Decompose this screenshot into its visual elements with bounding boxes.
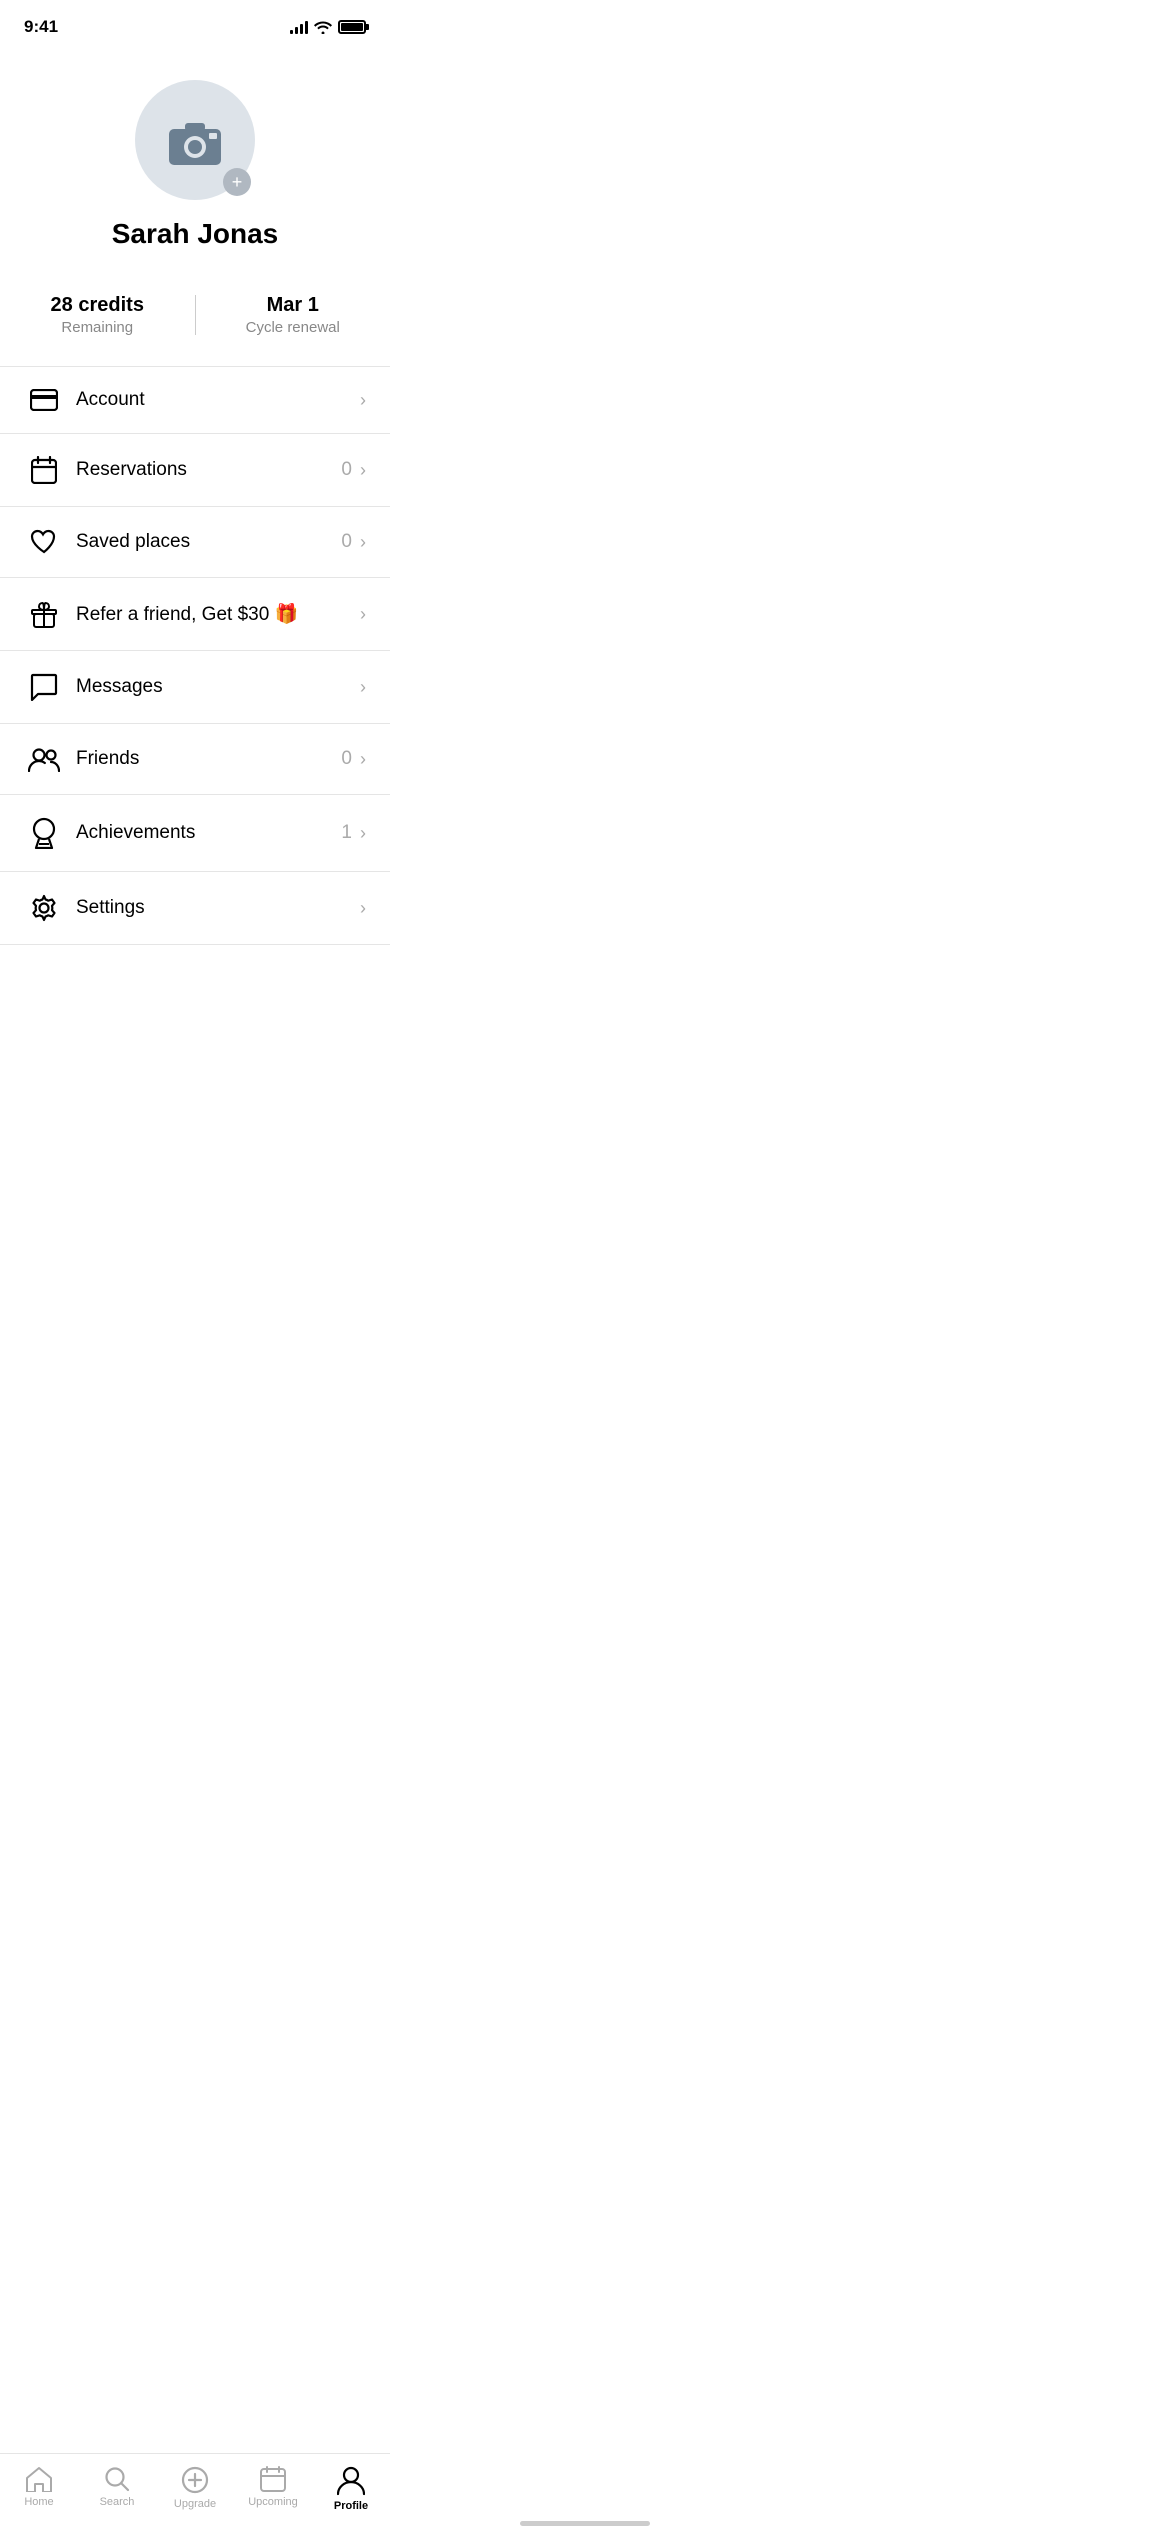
achievements-badge: 1 [341, 822, 352, 844]
battery-icon [338, 20, 366, 34]
menu-item-messages[interactable]: Messages › [0, 651, 390, 724]
saved-places-chevron: › [360, 532, 366, 553]
menu-item-account[interactable]: Account › [0, 367, 390, 434]
upcoming-tab-icon [260, 2466, 286, 2492]
account-label: Account [76, 389, 360, 411]
status-time: 9:41 [24, 17, 58, 37]
messages-label: Messages [76, 676, 360, 698]
refer-chevron: › [360, 604, 366, 625]
home-tab-icon [25, 2466, 53, 2492]
tab-profile[interactable]: Profile [321, 2466, 381, 2512]
avatar-container[interactable]: + [135, 80, 255, 200]
upgrade-tab-label: Upgrade [174, 2498, 216, 2510]
tab-home[interactable]: Home [9, 2466, 69, 2508]
menu-item-reservations[interactable]: Reservations 0 › [0, 434, 390, 507]
profile-tab-label: Profile [334, 2500, 368, 2512]
settings-icon [24, 894, 64, 922]
status-bar: 9:41 [0, 0, 390, 50]
messages-chevron: › [360, 677, 366, 698]
profile-tab-icon [337, 2466, 365, 2496]
wifi-icon [314, 20, 332, 34]
heart-icon [24, 529, 64, 555]
saved-places-badge: 0 [341, 531, 352, 553]
achievement-icon [24, 817, 64, 849]
renewal-label: Cycle renewal [246, 319, 340, 336]
renewal-value: Mar 1 [267, 294, 319, 317]
refer-label: Refer a friend, Get $30 🎁 [76, 602, 360, 626]
tab-bar: Home Search Upgrade [0, 2453, 390, 2532]
home-indicator [520, 2521, 650, 2526]
reservations-badge: 0 [341, 459, 352, 481]
menu-item-achievements[interactable]: Achievements 1 › [0, 795, 390, 872]
menu-list: Account › Reservations 0 › [0, 366, 390, 945]
friends-badge: 0 [341, 748, 352, 770]
tab-upcoming[interactable]: Upcoming [243, 2466, 303, 2508]
menu-item-settings[interactable]: Settings › [0, 872, 390, 945]
menu-item-refer[interactable]: Refer a friend, Get $30 🎁 › [0, 578, 390, 651]
search-tab-icon [104, 2466, 130, 2492]
upcoming-tab-label: Upcoming [248, 2496, 298, 2508]
achievements-label: Achievements [76, 822, 341, 844]
menu-item-friends[interactable]: Friends 0 › [0, 724, 390, 795]
signal-icon [290, 20, 308, 34]
user-name: Sarah Jonas [112, 218, 279, 250]
add-photo-button[interactable]: + [223, 168, 251, 196]
settings-chevron: › [360, 898, 366, 919]
message-icon [24, 673, 64, 701]
reservations-icon [24, 456, 64, 484]
tab-search[interactable]: Search [87, 2466, 147, 2508]
credits-value: 28 credits [51, 294, 144, 317]
camera-icon [165, 115, 225, 165]
credits-label: Remaining [61, 319, 133, 336]
stats-row: 28 credits Remaining Mar 1 Cycle renewal [0, 294, 390, 336]
achievements-chevron: › [360, 823, 366, 844]
tab-upgrade[interactable]: Upgrade [165, 2466, 225, 2510]
stats-divider [195, 295, 196, 335]
status-icons [290, 20, 366, 34]
renewal-stat: Mar 1 Cycle renewal [216, 294, 371, 336]
reservations-chevron: › [360, 460, 366, 481]
credits-stat: 28 credits Remaining [20, 294, 175, 336]
saved-places-label: Saved places [76, 531, 341, 553]
friends-label: Friends [76, 748, 341, 770]
account-chevron: › [360, 390, 366, 411]
gift-icon [24, 600, 64, 628]
friends-icon [24, 746, 64, 772]
friends-chevron: › [360, 749, 366, 770]
reservations-label: Reservations [76, 459, 341, 481]
settings-label: Settings [76, 897, 360, 919]
home-tab-label: Home [24, 2496, 53, 2508]
profile-header: + Sarah Jonas [0, 50, 390, 294]
menu-item-saved-places[interactable]: Saved places 0 › [0, 507, 390, 578]
search-tab-label: Search [100, 2496, 135, 2508]
upgrade-tab-icon [181, 2466, 209, 2494]
account-icon [24, 389, 64, 411]
